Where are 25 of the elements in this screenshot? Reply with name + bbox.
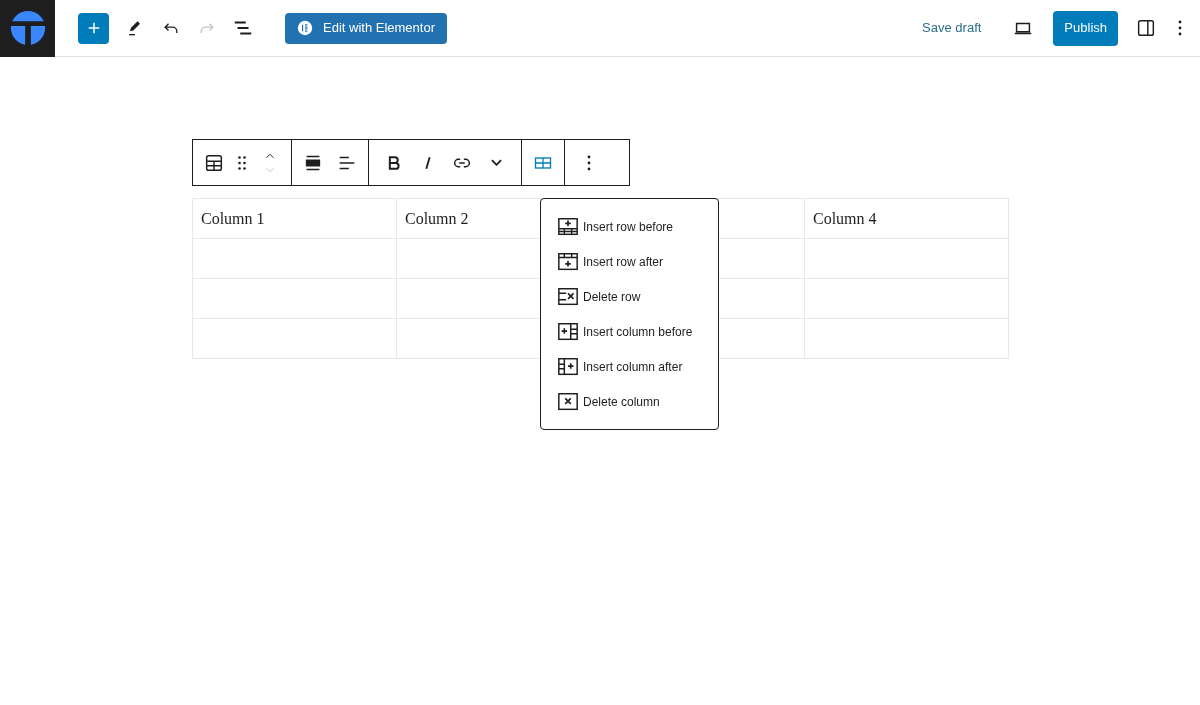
elementor-icon bbox=[297, 20, 313, 36]
menu-item[interactable]: Delete column bbox=[541, 384, 718, 419]
delete-row-icon bbox=[557, 285, 579, 308]
menu-item[interactable]: Insert row after bbox=[541, 244, 718, 279]
insert-row-after-icon bbox=[557, 250, 579, 273]
menu-item[interactable]: Delete row bbox=[541, 279, 718, 314]
more-icon bbox=[1178, 20, 1182, 36]
insert-column-before-icon bbox=[557, 320, 579, 343]
menu-item[interactable]: Insert column before bbox=[541, 314, 718, 349]
add-block-button[interactable] bbox=[78, 12, 109, 44]
insert-column-after-icon bbox=[557, 355, 579, 378]
drag-icon bbox=[238, 155, 246, 170]
sidebar-icon bbox=[1135, 17, 1157, 39]
insert-row-before-icon bbox=[557, 215, 579, 238]
logo-icon bbox=[8, 9, 47, 47]
save-draft-button[interactable]: Save draft bbox=[918, 18, 986, 38]
chevron-down-icon bbox=[490, 159, 502, 166]
table-cell[interactable]: Column 4 bbox=[804, 198, 1009, 239]
menu-item[interactable]: Insert column after bbox=[541, 349, 718, 384]
more-icon bbox=[587, 154, 591, 171]
delete-column-icon bbox=[557, 390, 579, 413]
table-cell[interactable]: Column 1 bbox=[192, 198, 397, 239]
publish-button[interactable]: Publish bbox=[1053, 10, 1118, 46]
site-logo[interactable] bbox=[0, 0, 55, 57]
edit-with-elementor-button[interactable]: Edit with Elementor bbox=[285, 12, 447, 44]
